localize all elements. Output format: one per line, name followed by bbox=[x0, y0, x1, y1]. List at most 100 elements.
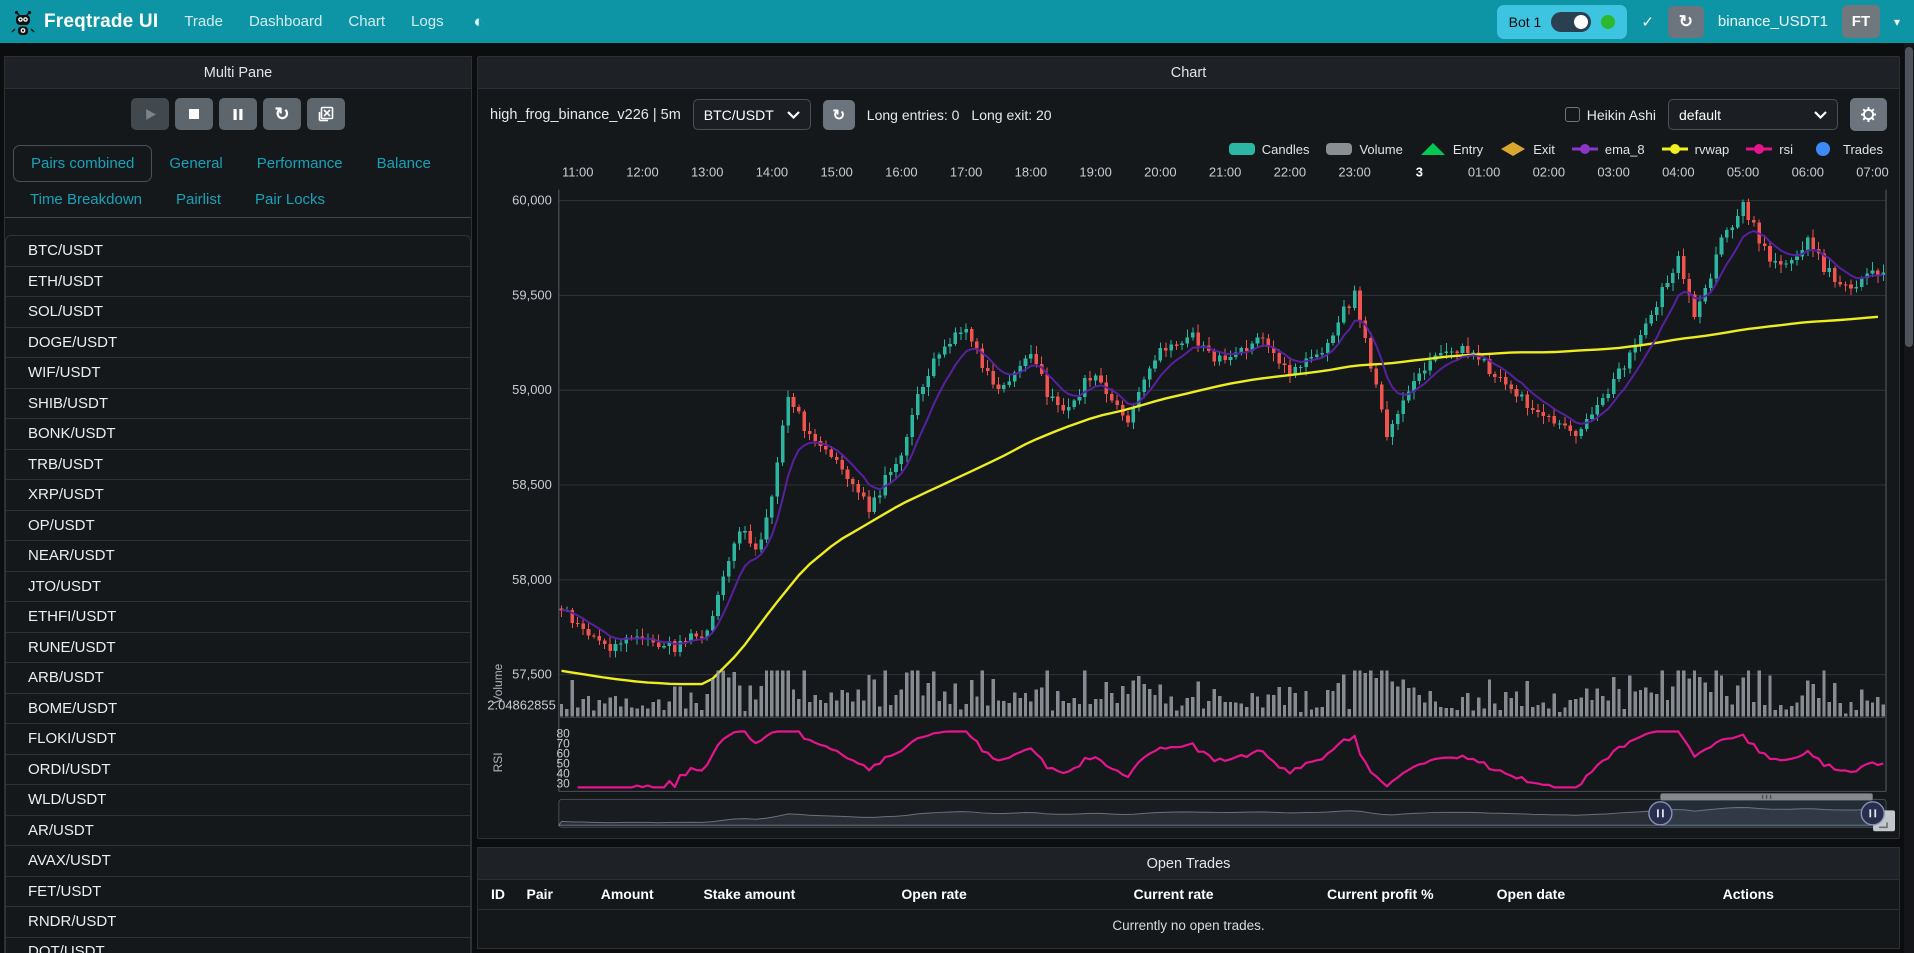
legend-rvwap[interactable]: rvwap bbox=[1662, 142, 1730, 157]
app-title[interactable]: Freqtrade UI bbox=[44, 11, 158, 33]
svg-text:14:00: 14:00 bbox=[756, 165, 788, 180]
legend-exit[interactable]: Exit bbox=[1500, 142, 1555, 157]
chart-refresh-button[interactable]: ↻ bbox=[823, 100, 855, 130]
theme-toggle-icon[interactable]: ◐ bbox=[474, 12, 484, 32]
pair-item-xrp[interactable]: XRP/USDT bbox=[5, 479, 471, 510]
nav-item-trade[interactable]: Trade bbox=[184, 13, 223, 30]
pause-bot-button[interactable] bbox=[219, 98, 257, 130]
tab-general[interactable]: General bbox=[152, 146, 239, 181]
exit-marker-icon bbox=[1500, 142, 1526, 156]
legend-candles[interactable]: Candles bbox=[1229, 142, 1310, 157]
column-header-open-rate: Open rate bbox=[818, 886, 1051, 902]
candlestick-chart[interactable]: 60,00059,50059,00058,50058,00057,50011:0… bbox=[478, 159, 1899, 838]
window-scrollbar[interactable] bbox=[1904, 43, 1914, 953]
legend-label: Trades bbox=[1843, 142, 1883, 157]
pair-item-dot[interactable]: DOT/USDT bbox=[5, 937, 471, 953]
pair-item-ar[interactable]: AR/USDT bbox=[5, 815, 471, 846]
legend-label: Exit bbox=[1533, 142, 1555, 157]
pair-item-btc[interactable]: BTC/USDT bbox=[5, 235, 471, 266]
pair-item-rune[interactable]: RUNE/USDT bbox=[5, 632, 471, 663]
clear-log-button[interactable] bbox=[307, 98, 345, 130]
legend-rsi[interactable]: rsi bbox=[1746, 142, 1793, 157]
svg-text:30: 30 bbox=[556, 776, 570, 790]
pair-item-fet[interactable]: FET/USDT bbox=[5, 876, 471, 907]
chart-panel: Chart high_frog_binance_v226 | 5m BTC/US… bbox=[477, 56, 1900, 839]
rsi-marker-icon bbox=[1746, 142, 1772, 156]
pair-item-doge[interactable]: DOGE/USDT bbox=[5, 327, 471, 358]
svg-text:58,000: 58,000 bbox=[512, 572, 552, 587]
pair-item-ethfi[interactable]: ETHFI/USDT bbox=[5, 601, 471, 632]
pair-item-wld[interactable]: WLD/USDT bbox=[5, 784, 471, 815]
gear-icon bbox=[1860, 106, 1877, 123]
bot-toggle[interactable] bbox=[1551, 12, 1591, 32]
global-refresh-button[interactable]: ↻ bbox=[1668, 6, 1704, 38]
column-header-id: ID bbox=[478, 886, 514, 902]
candles-marker-icon bbox=[1229, 142, 1255, 156]
legend-trades[interactable]: Trades bbox=[1810, 142, 1883, 157]
pair-item-floki[interactable]: FLOKI/USDT bbox=[5, 723, 471, 754]
nav-item-dashboard[interactable]: Dashboard bbox=[249, 13, 322, 30]
tab-balance[interactable]: Balance bbox=[360, 146, 448, 181]
heikin-ashi-checkbox[interactable] bbox=[1565, 107, 1580, 122]
legend-label: Entry bbox=[1453, 142, 1483, 157]
pair-select[interactable]: BTC/USDT bbox=[693, 99, 811, 130]
user-avatar[interactable]: FT bbox=[1842, 5, 1880, 38]
column-header-current-profit--: Current profit % bbox=[1296, 886, 1464, 902]
pair-item-rndr[interactable]: RNDR/USDT bbox=[5, 906, 471, 937]
scrollbar-thumb[interactable] bbox=[1905, 47, 1913, 347]
pair-item-near[interactable]: NEAR/USDT bbox=[5, 540, 471, 571]
svg-text:59,000: 59,000 bbox=[512, 382, 552, 397]
chart-column: Chart high_frog_binance_v226 | 5m BTC/US… bbox=[472, 43, 1914, 953]
pair-item-wif[interactable]: WIF/USDT bbox=[5, 357, 471, 388]
long-exits-label: Long exit: 20 bbox=[971, 107, 1051, 123]
tab-time-breakdown[interactable]: Time Breakdown bbox=[13, 182, 159, 217]
svg-text:11:00: 11:00 bbox=[562, 165, 594, 180]
rvwap-marker-icon bbox=[1662, 142, 1688, 156]
bot-selector[interactable]: Bot 1 bbox=[1497, 5, 1628, 39]
legend-entry[interactable]: Entry bbox=[1420, 142, 1483, 157]
chart-panel-title: Chart bbox=[478, 57, 1899, 89]
nav-item-logs[interactable]: Logs bbox=[411, 13, 444, 30]
column-header-current-rate: Current rate bbox=[1051, 886, 1297, 902]
svg-text:21:00: 21:00 bbox=[1209, 165, 1241, 180]
pair-item-avax[interactable]: AVAX/USDT bbox=[5, 845, 471, 876]
column-header-actions: Actions bbox=[1598, 886, 1899, 902]
svg-text:15:00: 15:00 bbox=[820, 165, 852, 180]
plot-settings-button[interactable] bbox=[1850, 98, 1887, 131]
column-header-amount: Amount bbox=[573, 886, 681, 902]
tab-pair-locks[interactable]: Pair Locks bbox=[238, 182, 342, 217]
nav-item-chart[interactable]: Chart bbox=[348, 13, 385, 30]
tab-pairs-combined[interactable]: Pairs combined bbox=[13, 145, 152, 182]
svg-text:Volume: Volume bbox=[491, 663, 505, 703]
long-entries-label: Long entries: 0 bbox=[867, 107, 960, 123]
pair-item-jto[interactable]: JTO/USDT bbox=[5, 571, 471, 602]
datazoom-handle[interactable] bbox=[1649, 802, 1672, 825]
legend-volume[interactable]: Volume bbox=[1326, 142, 1402, 157]
pair-item-bome[interactable]: BOME/USDT bbox=[5, 693, 471, 724]
svg-text:18:00: 18:00 bbox=[1015, 165, 1047, 180]
play-icon bbox=[144, 108, 157, 121]
pair-item-trb[interactable]: TRB/USDT bbox=[5, 449, 471, 480]
datazoom-handle[interactable] bbox=[1861, 802, 1884, 825]
entry-marker-icon bbox=[1420, 142, 1446, 156]
tab-performance[interactable]: Performance bbox=[240, 146, 360, 181]
pair-item-ordi[interactable]: ORDI/USDT bbox=[5, 754, 471, 785]
plot-config-select[interactable]: default bbox=[1668, 99, 1838, 130]
autorefresh-check-icon[interactable]: ✓ bbox=[1641, 13, 1654, 31]
legend-ema_8[interactable]: ema_8 bbox=[1572, 142, 1645, 157]
svg-text:03:00: 03:00 bbox=[1597, 165, 1629, 180]
pair-item-bonk[interactable]: BONK/USDT bbox=[5, 418, 471, 449]
reload-config-button[interactable]: ↻ bbox=[263, 98, 301, 130]
svg-text:16:00: 16:00 bbox=[885, 165, 917, 180]
chevron-down-icon[interactable]: ▾ bbox=[1894, 15, 1900, 29]
stop-bot-button[interactable] bbox=[175, 98, 213, 130]
pair-item-eth[interactable]: ETH/USDT bbox=[5, 266, 471, 297]
pair-item-op[interactable]: OP/USDT bbox=[5, 510, 471, 541]
pair-item-arb[interactable]: ARB/USDT bbox=[5, 662, 471, 693]
pair-item-sol[interactable]: SOL/USDT bbox=[5, 296, 471, 327]
pair-item-shib[interactable]: SHIB/USDT bbox=[5, 388, 471, 419]
sidebar-tabs: Pairs combinedGeneralPerformanceBalance T… bbox=[5, 139, 471, 218]
tab-pairlist[interactable]: Pairlist bbox=[159, 182, 238, 217]
log-close-icon bbox=[318, 106, 334, 122]
start-bot-button[interactable] bbox=[131, 98, 169, 130]
